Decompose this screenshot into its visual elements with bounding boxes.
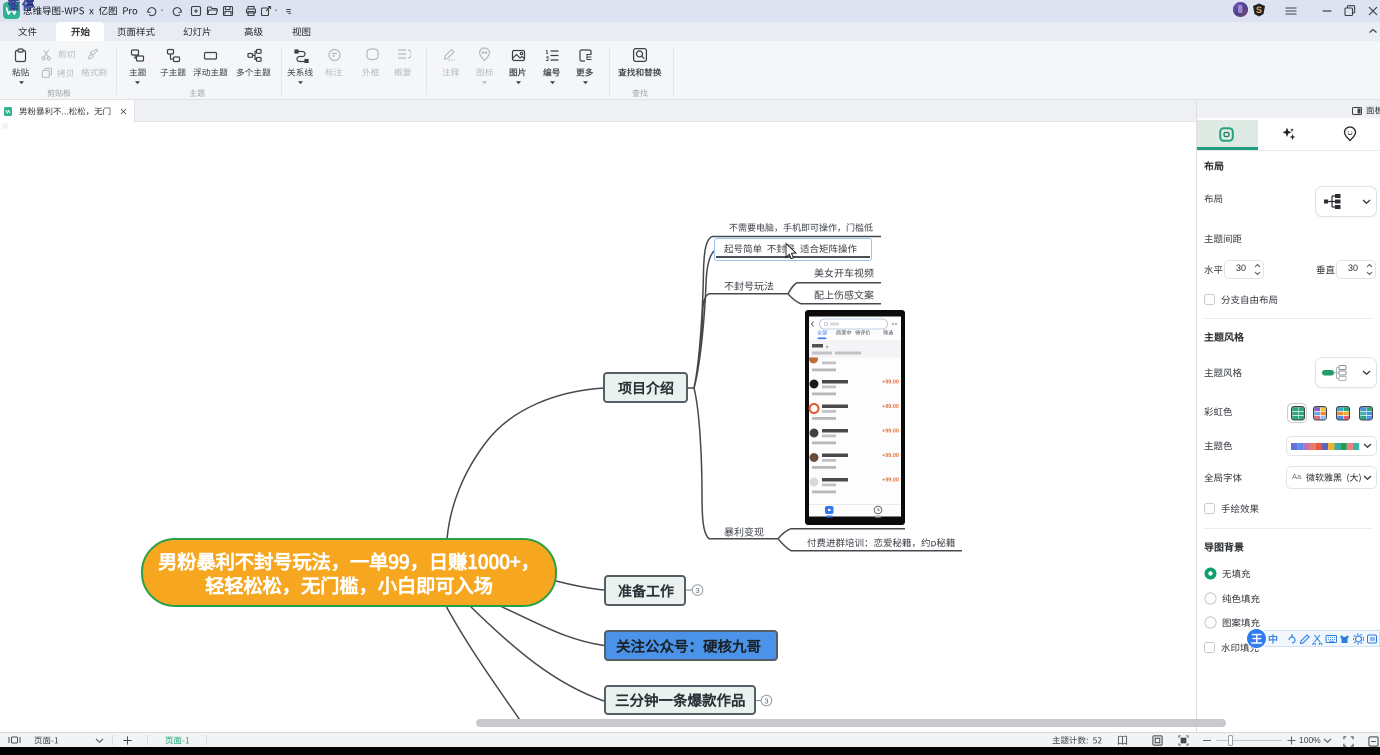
svg-text:+99.00: +99.00 xyxy=(882,478,899,484)
svg-text:+99.00: +99.00 xyxy=(882,429,899,435)
svg-text:S: S xyxy=(1256,5,1262,15)
svg-text:+99.00: +99.00 xyxy=(882,404,899,410)
svg-text:3: 3 xyxy=(764,697,768,706)
svg-text:3: 3 xyxy=(695,586,699,595)
svg-text:+99.00: +99.00 xyxy=(882,380,899,386)
svg-text:+99.00: +99.00 xyxy=(882,453,899,459)
